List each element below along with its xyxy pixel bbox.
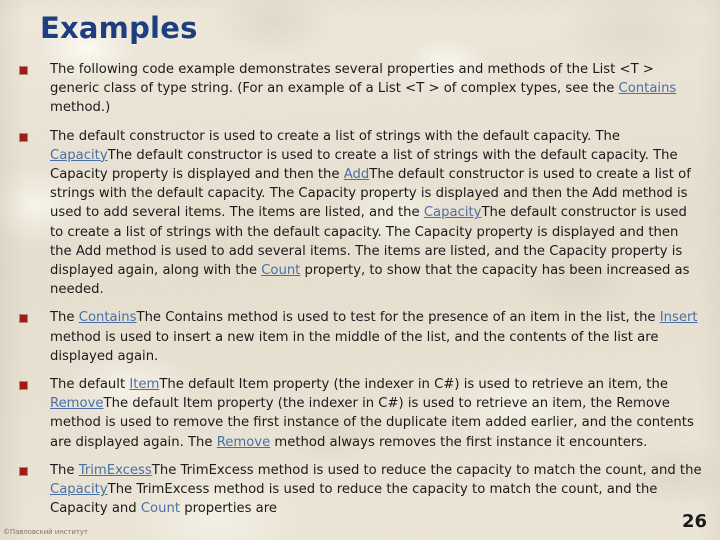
doc-link-capacity[interactable]: Capacity (50, 482, 108, 497)
square-bullet-icon (20, 133, 27, 141)
square-bullet-icon (20, 467, 27, 475)
doc-link-count[interactable]: Count (261, 263, 300, 278)
doc-link-contains[interactable]: Contains (619, 81, 677, 96)
list-item-text: The following code example demonstrates … (50, 62, 677, 116)
doc-link-capacity[interactable]: Capacity (424, 205, 482, 220)
square-bullet-icon (20, 382, 27, 390)
slide-canvas: Examples The following code example demo… (0, 0, 720, 540)
slide-page-number: 26 (681, 511, 707, 532)
doc-link-trimexcess[interactable]: TrimExcess (79, 463, 152, 478)
doc-link-add[interactable]: Add (344, 167, 370, 182)
list-item: The ContainsThe Contains method is used … (0, 308, 720, 366)
list-item-text: The TrimExcessThe TrimExcess method is u… (50, 462, 702, 517)
list-item: The following code example demonstrates … (0, 60, 720, 118)
doc-link-remove[interactable]: Remove (217, 435, 271, 450)
list-item-text: The ContainsThe Contains method is used … (50, 310, 698, 364)
bullet-list: The following code example demonstrates … (0, 60, 720, 527)
doc-link-count[interactable]: Count (141, 501, 180, 516)
doc-link-insert[interactable]: Insert (660, 310, 698, 325)
list-item-text: The default constructor is used to creat… (50, 128, 691, 298)
page-title: Examples (40, 11, 198, 45)
list-item-text: The default ItemThe default Item propert… (50, 377, 694, 450)
doc-link-remove[interactable]: Remove (50, 396, 104, 411)
list-item: The default constructor is used to creat… (0, 127, 720, 300)
doc-link-contains[interactable]: Contains (79, 310, 137, 325)
doc-link-capacity[interactable]: Capacity (50, 148, 108, 163)
copyright-watermark: ©Павловский институт (3, 528, 88, 536)
doc-link-item[interactable]: Item (129, 377, 159, 392)
square-bullet-icon (20, 67, 27, 74)
square-bullet-icon (20, 315, 27, 323)
list-item: The default ItemThe default Item propert… (0, 375, 720, 452)
list-item: The TrimExcessThe TrimExcess method is u… (0, 461, 720, 519)
